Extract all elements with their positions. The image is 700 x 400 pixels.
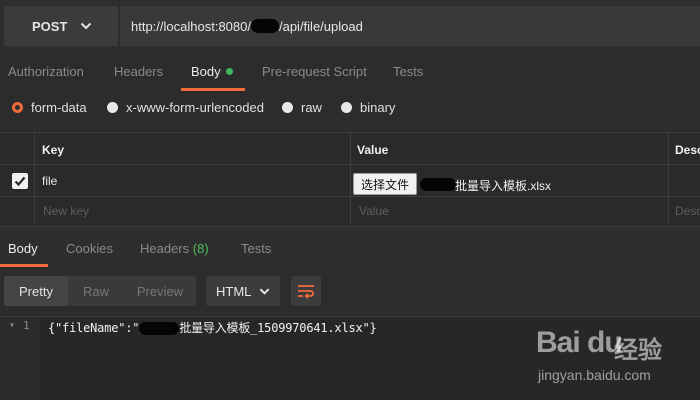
- radio-form-data[interactable]: form-data: [12, 100, 87, 115]
- wrap-lines-button[interactable]: [291, 276, 321, 306]
- response-tabs: Body Cookies Headers (8) Tests: [0, 226, 700, 267]
- radio-binary-label: binary: [360, 100, 396, 115]
- response-tab-cookies-label: Cookies: [66, 241, 113, 256]
- response-tab-tests-label: Tests: [241, 241, 272, 256]
- tab-headers[interactable]: Headers: [114, 64, 163, 79]
- column-header-description: Desc: [675, 143, 700, 157]
- response-tab-headers[interactable]: Headers (8): [140, 241, 209, 256]
- row-key[interactable]: file: [42, 174, 57, 188]
- tab-tests[interactable]: Tests: [393, 64, 423, 79]
- url-suffix: /api/file/upload: [278, 18, 363, 34]
- column-divider: [668, 133, 669, 224]
- body-type-options: form-data x-www-form-urlencoded raw bina…: [0, 97, 700, 119]
- radio-raw-label: raw: [301, 100, 322, 115]
- radio-raw[interactable]: raw: [282, 100, 322, 115]
- url-prefix: http://localhost:8080/: [131, 18, 251, 34]
- line-number: 1: [23, 319, 30, 332]
- request-url-bar: POST http://localhost:8080/ /api/file/up…: [0, 0, 700, 56]
- radio-x-www-form-urlencoded[interactable]: x-www-form-urlencoded: [107, 100, 264, 115]
- view-mode-preview[interactable]: Preview: [124, 276, 196, 306]
- response-json-line: {"fileName":" 批量导入模板_1509970641.xlsx"}: [48, 319, 377, 336]
- json-prefix: {"fileName":": [48, 321, 140, 335]
- response-toolbar: Pretty Raw Preview HTML: [0, 266, 700, 316]
- radio-urlencoded-label: x-www-form-urlencoded: [126, 100, 264, 115]
- watermark-logo: Bai du: [536, 326, 623, 359]
- new-value-input[interactable]: Value: [359, 204, 389, 218]
- headers-count-badge: (8): [192, 241, 209, 256]
- column-header-value: Value: [357, 143, 389, 157]
- watermark-url: jingyan.baidu.com: [538, 367, 651, 383]
- response-tab-body[interactable]: Body: [0, 241, 48, 267]
- request-tabs: Authorization Headers Body Pre-request S…: [0, 58, 700, 91]
- radio-binary[interactable]: binary: [341, 100, 395, 115]
- tab-tests-label: Tests: [393, 64, 424, 79]
- line-gutter: ▾ 1: [0, 317, 40, 400]
- choose-file-button[interactable]: 选择文件: [353, 173, 417, 195]
- column-divider: [350, 133, 351, 224]
- json-suffix: 批量导入模板_1509970641.xlsx"}: [179, 321, 377, 335]
- url-input[interactable]: http://localhost:8080/ /api/file/upload: [120, 6, 700, 46]
- tab-body[interactable]: Body: [181, 64, 245, 91]
- format-select[interactable]: HTML: [206, 276, 280, 306]
- response-tab-body-label: Body: [8, 241, 38, 256]
- view-mode-pretty[interactable]: Pretty: [4, 276, 68, 306]
- wrap-lines-icon: [298, 285, 314, 299]
- chevron-down-icon: [80, 22, 92, 30]
- new-description-input[interactable]: Desc: [675, 204, 700, 218]
- tab-authorization[interactable]: Authorization: [8, 64, 84, 79]
- tab-pre-request-script-label: Pre-request Script: [262, 64, 367, 79]
- response-tab-headers-label: Headers: [140, 241, 190, 256]
- baidu-jingyan-watermark: Bai du 经验 jingyan.baidu.com: [536, 326, 700, 392]
- form-data-table: Key Value Desc file 选择文件 批量导入模板.xlsx New…: [0, 132, 700, 224]
- selected-file-name: 批量导入模板.xlsx: [455, 179, 552, 193]
- tab-authorization-label: Authorization: [8, 64, 84, 79]
- radio-form-data-label: form-data: [31, 100, 87, 115]
- chevron-down-icon: [259, 288, 270, 295]
- method-select[interactable]: POST: [4, 6, 118, 46]
- tab-pre-request-script[interactable]: Pre-request Script: [262, 64, 367, 79]
- tab-headers-label: Headers: [114, 64, 164, 79]
- redaction-mask: [420, 178, 456, 191]
- column-header-key: Key: [42, 143, 65, 157]
- tab-body-label: Body: [191, 64, 221, 79]
- redaction-mask: [139, 322, 180, 335]
- checkmark-icon: [14, 176, 26, 187]
- view-mode-selector: Pretty Raw Preview: [4, 276, 196, 306]
- response-tab-tests[interactable]: Tests: [241, 241, 271, 256]
- radio-unselected-icon: [341, 102, 352, 113]
- row-enabled-checkbox[interactable]: [12, 173, 28, 189]
- column-divider: [34, 133, 35, 224]
- radio-unselected-icon: [107, 102, 118, 113]
- body-active-dot-icon: [225, 68, 233, 75]
- watermark-brand: 经验: [614, 337, 662, 364]
- view-mode-raw[interactable]: Raw: [68, 276, 124, 306]
- radio-selected-icon: [12, 102, 23, 113]
- format-label: HTML: [216, 283, 252, 299]
- radio-unselected-icon: [282, 102, 293, 113]
- response-tab-cookies[interactable]: Cookies: [66, 241, 113, 256]
- method-label: POST: [32, 18, 68, 34]
- redaction-mask: [250, 19, 279, 33]
- new-key-input[interactable]: New key: [43, 204, 89, 218]
- fold-arrow-icon[interactable]: ▾: [9, 320, 15, 331]
